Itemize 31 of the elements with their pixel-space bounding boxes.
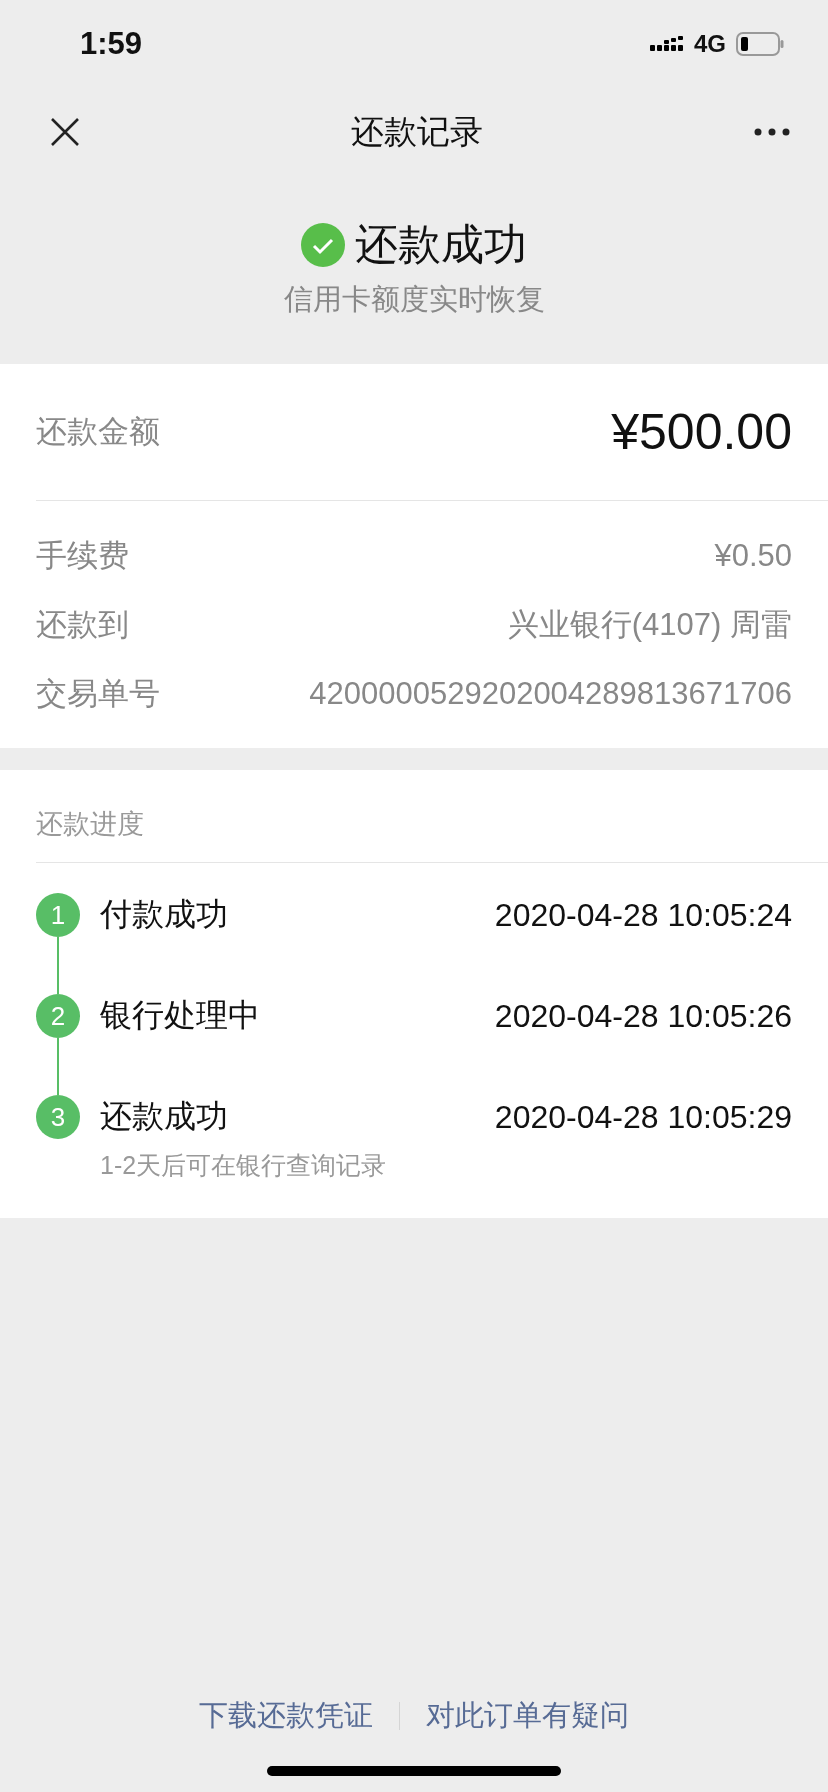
detail-label: 交易单号	[36, 674, 160, 713]
step-label: 还款成功	[100, 1097, 228, 1136]
step-time: 2020-04-28 10:05:29	[494, 1098, 792, 1136]
step-number: 1	[36, 893, 80, 937]
amount-label: 还款金额	[36, 413, 160, 451]
result-title: 还款成功	[355, 219, 527, 270]
battery-icon	[736, 32, 784, 56]
step-number: 3	[36, 1095, 80, 1139]
amount-value: ¥500.00	[611, 403, 792, 461]
more-icon[interactable]	[754, 128, 790, 136]
step-label: 付款成功	[100, 895, 228, 934]
signal-icon	[650, 34, 684, 54]
progress-title: 还款进度	[36, 808, 145, 841]
step-time: 2020-04-28 10:05:24	[494, 896, 792, 934]
step-number: 2	[36, 994, 80, 1038]
detail-value: ¥0.50	[714, 537, 792, 574]
footer-link[interactable]: 下载还款凭证	[199, 1696, 373, 1736]
detail-value: 兴业银行(4107) 周雷	[507, 605, 792, 644]
result-subtitle: 信用卡额度实时恢复	[283, 282, 545, 317]
detail-label: 还款到	[36, 605, 129, 644]
footer-link[interactable]: 对此订单有疑问	[426, 1696, 629, 1736]
step-label: 银行处理中	[100, 996, 260, 1035]
step-note: 1-2天后可在银行查询记录	[100, 1150, 388, 1181]
detail-label: 手续费	[36, 536, 129, 575]
close-icon[interactable]	[50, 117, 80, 147]
network-label: 4G	[694, 30, 726, 58]
success-check-icon	[301, 223, 345, 267]
step-time: 2020-04-28 10:05:26	[494, 997, 792, 1035]
detail-value: 4200000529202004289813671706	[309, 675, 792, 712]
status-time: 1:59	[80, 26, 143, 62]
page-title: 还款记录	[351, 111, 483, 152]
